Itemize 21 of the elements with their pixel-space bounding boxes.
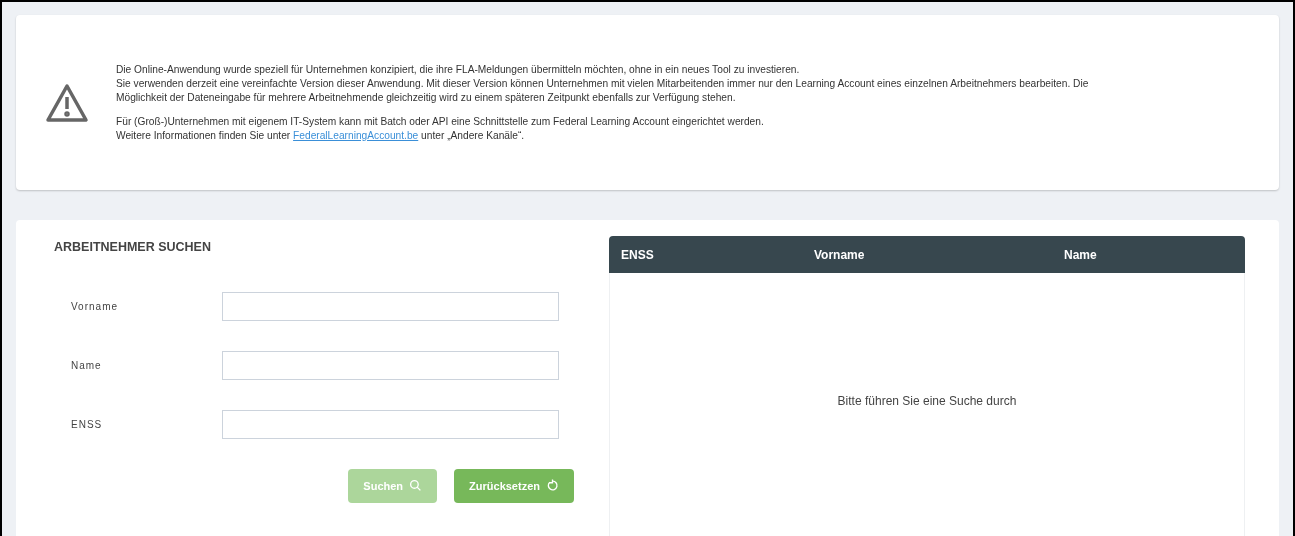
reset-icon: [546, 479, 559, 493]
input-field[interactable]: [222, 350, 559, 380]
notice-text: Möglichkeit der Dateneingabe für mehrere Arbeitnehmende gleichzeitig wird zu einem späteren Zeitpunkt ebenfalls zur Verfügung stehen.: [116, 90, 737, 105]
column-header: Name: [1064, 247, 1097, 262]
website-link[interactable]: FederalLearningAccount.be: [293, 129, 419, 141]
search-icon: [409, 479, 423, 493]
warning-icon: [45, 82, 89, 123]
field-label: ENSS: [71, 417, 104, 432]
column-header: Vorname: [814, 247, 865, 262]
field-label: Name: [71, 358, 103, 373]
input-field[interactable]: [222, 291, 559, 321]
column-header: ENSS: [621, 247, 654, 262]
notice-text: Weitere Informationen finden Sie unter FederalLearningAccount.be unter „Andere Kanäle“.: [116, 128, 526, 143]
reset-button[interactable]: Zurücksetzen: [454, 468, 574, 503]
field-label: Vorname: [71, 299, 120, 314]
notice-text: Für (Groß-)Unternehmen mit eigenem IT-System kann mit Batch oder API eine Schnittstelle zum Federal Learning Account eingerichtet werden.: [116, 114, 765, 129]
section-title: ARBEITNEHMER SUCHEN: [54, 239, 212, 256]
empty-message: Bitte führen Sie eine Suche durch: [837, 393, 1017, 408]
notice-text: Sie verwenden derzeit eine vereinfachte Version dieser Anwendung. Mit dieser Version können Unternehmen mit vielen Mitarbeitenden immer nur den Learning Account eines einzelnen Arbeitnehmers bearbeiten. Die: [116, 76, 1089, 91]
notice-text: Die Online-Anwendung wurde speziell für Unternehmen konzipiert, die ihre FLA-Meldungen übermitteln möchten, ohne in ein neues Tool zu investieren.: [116, 62, 801, 77]
input-field[interactable]: [222, 409, 559, 439]
